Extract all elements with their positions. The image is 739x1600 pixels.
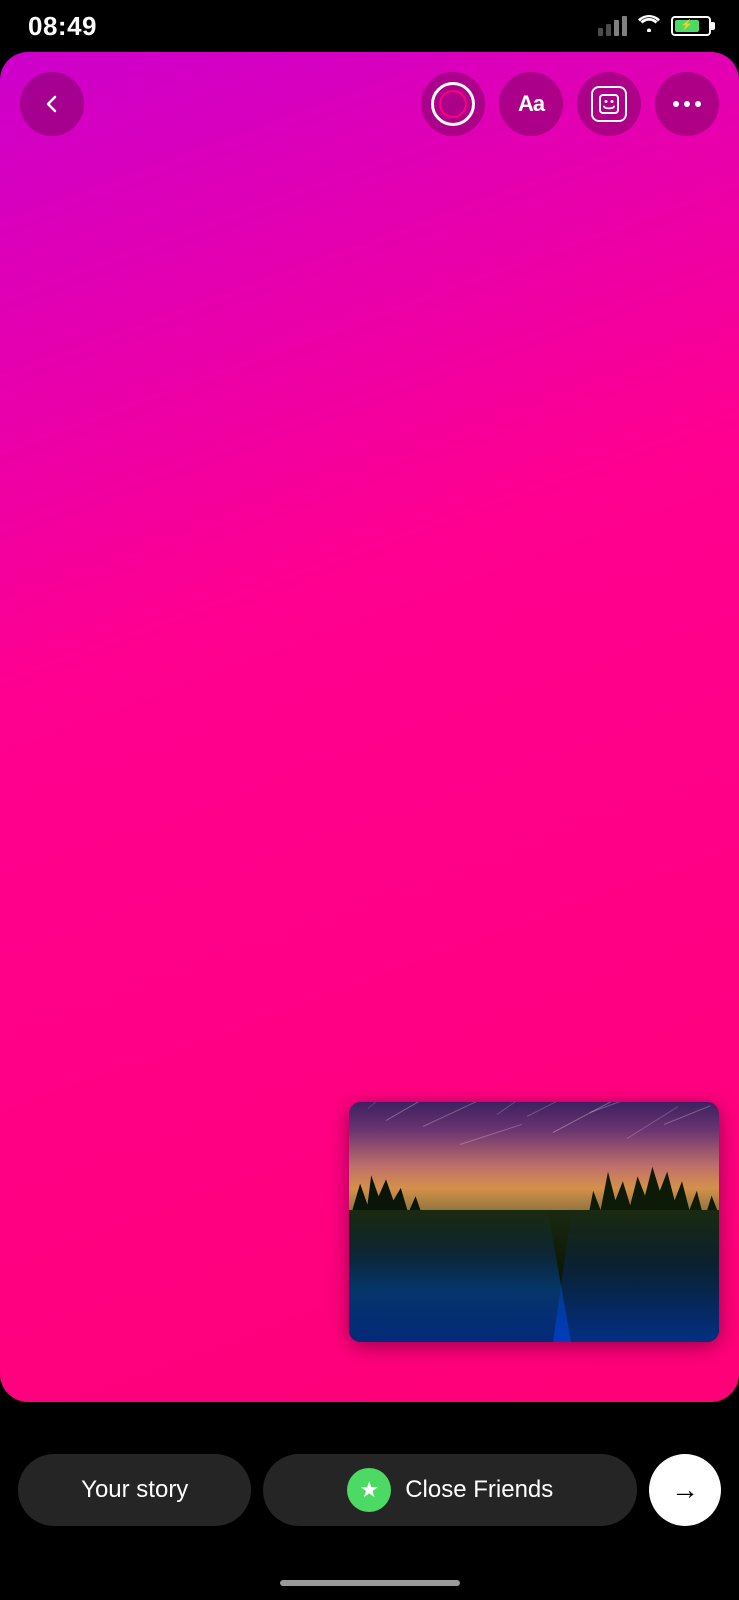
sticker-icon	[591, 86, 627, 122]
your-story-button[interactable]: Your story	[18, 1454, 251, 1526]
battery-icon: ⚡	[671, 16, 711, 36]
text-button[interactable]: Aa	[499, 72, 563, 136]
wifi-icon	[637, 14, 661, 38]
home-indicator	[280, 1580, 460, 1586]
back-button[interactable]	[20, 72, 84, 136]
toolbar: Aa	[0, 72, 739, 136]
arrow-icon: →	[671, 1474, 699, 1506]
photo-thumbnail[interactable]	[349, 1102, 719, 1342]
text-icon: Aa	[518, 91, 544, 117]
more-button[interactable]	[655, 72, 719, 136]
photo-image	[349, 1102, 719, 1342]
signal-icon	[598, 16, 627, 36]
status-icons: ⚡	[598, 14, 711, 38]
ground-layer	[349, 1210, 719, 1342]
toolbar-right: Aa	[421, 72, 719, 136]
close-friends-label: Close Friends	[405, 1476, 553, 1504]
send-arrow-button[interactable]: →	[649, 1454, 721, 1526]
status-bar: 08:49 ⚡	[0, 0, 739, 52]
sticker-button[interactable]	[577, 72, 641, 136]
camera-button[interactable]	[421, 72, 485, 136]
your-story-label: Your story	[81, 1476, 188, 1504]
close-friends-button[interactable]: ★ Close Friends	[263, 1454, 637, 1526]
more-icon	[673, 101, 701, 107]
story-canvas: Aa	[0, 52, 739, 1402]
toolbar-left	[20, 72, 84, 136]
bottom-bar: Your story ★ Close Friends →	[0, 1440, 739, 1540]
close-friends-star-icon: ★	[347, 1468, 391, 1512]
status-time: 08:49	[28, 11, 97, 42]
blue-streaks	[349, 1210, 571, 1342]
